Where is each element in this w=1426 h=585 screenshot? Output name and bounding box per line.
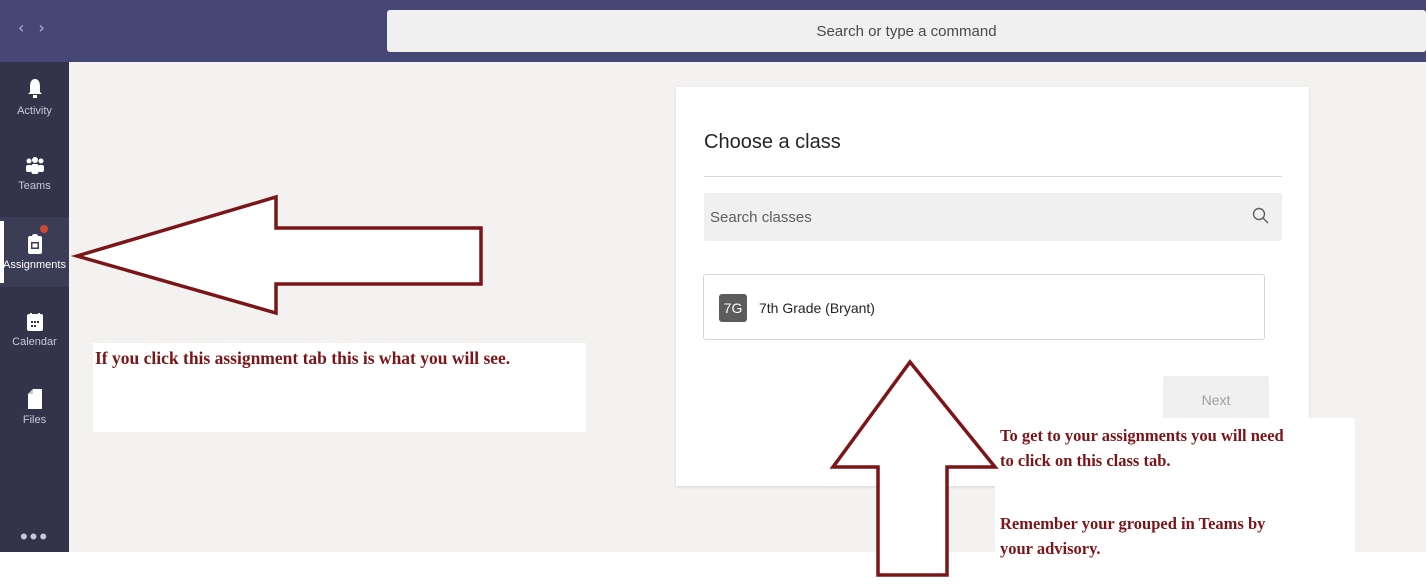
up-arrow bbox=[829, 359, 999, 577]
annotation-arrows bbox=[70, 194, 999, 577]
left-arrow bbox=[70, 194, 483, 316]
